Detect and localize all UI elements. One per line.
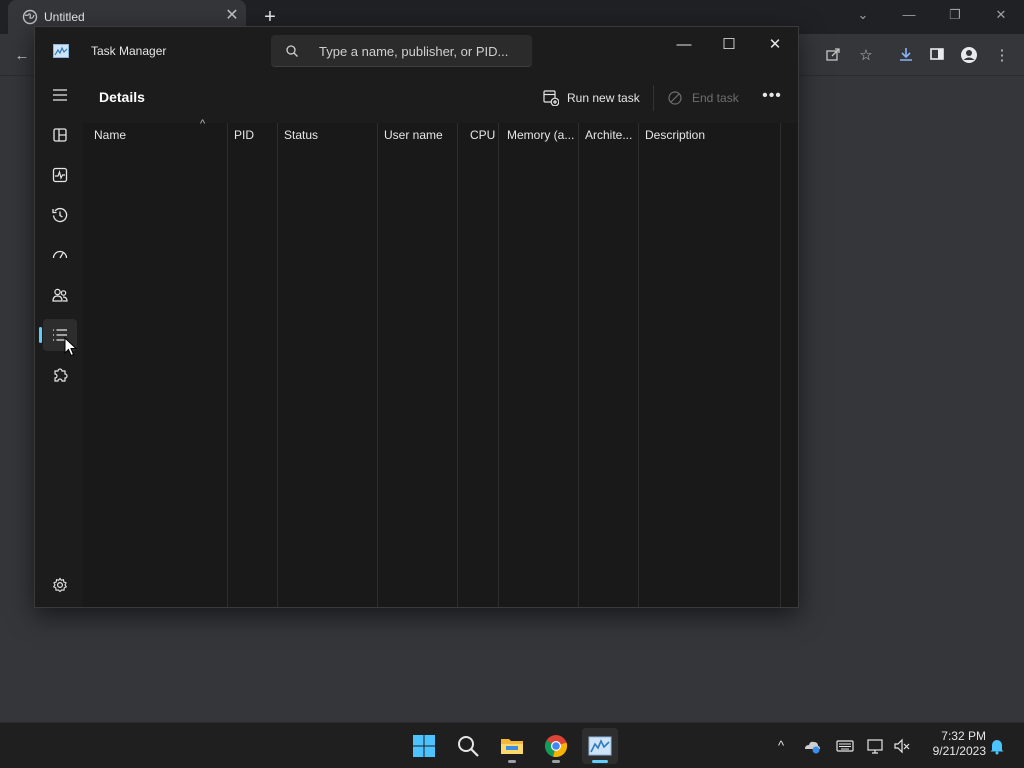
- clock-date: 9/21/2023: [932, 744, 986, 758]
- end-task-label: End task: [692, 91, 739, 105]
- onedrive-icon[interactable]: [803, 737, 821, 755]
- new-tab-button[interactable]: +: [259, 6, 281, 28]
- command-separator: [653, 85, 654, 111]
- active-indicator: [592, 760, 608, 763]
- browser-close-button[interactable]: ✕: [990, 6, 1012, 24]
- start-button[interactable]: [406, 728, 442, 764]
- puzzle-icon: [54, 368, 68, 382]
- column-name[interactable]: Name ^: [83, 118, 228, 607]
- run-new-task-button[interactable]: Run new task: [543, 89, 643, 109]
- running-indicator: [552, 760, 560, 763]
- back-arrow-icon[interactable]: ←: [11, 46, 33, 66]
- chrome-icon: [545, 735, 568, 758]
- file-explorer-button[interactable]: [494, 728, 530, 764]
- block-icon: [668, 91, 682, 105]
- processes-icon: [53, 128, 67, 142]
- browser-tab-title: Untitled: [44, 10, 85, 24]
- nav-settings[interactable]: [43, 569, 77, 601]
- notification-bell-icon[interactable]: [988, 737, 1006, 755]
- speedometer-icon: [52, 250, 68, 259]
- run-new-task-icon: [543, 90, 559, 106]
- users-icon: [52, 288, 68, 302]
- search-icon: [458, 736, 479, 757]
- task-manager-taskbar-button[interactable]: [582, 728, 618, 764]
- menu-icon: [53, 89, 67, 101]
- maximize-button[interactable]: ☐: [714, 35, 744, 55]
- column-description[interactable]: Description: [639, 123, 781, 607]
- column-header-user-name[interactable]: User name: [384, 128, 443, 142]
- column-header-cpu[interactable]: CPU: [470, 128, 495, 142]
- task-manager-window: Task Manager Type a name, publisher, or …: [34, 26, 799, 608]
- minimize-button[interactable]: —: [669, 35, 699, 55]
- globe-icon: [22, 9, 38, 25]
- column-header-name[interactable]: Name: [94, 128, 126, 142]
- page-title: Details: [99, 89, 145, 105]
- command-bar: Details Run new task End task •••: [83, 75, 798, 121]
- nav-services[interactable]: [43, 359, 77, 391]
- title-bar[interactable]: Task Manager Type a name, publisher, or …: [35, 27, 798, 75]
- side-panel-icon[interactable]: [926, 46, 948, 66]
- column-user-name[interactable]: User name: [378, 123, 458, 607]
- run-new-task-label: Run new task: [567, 91, 640, 105]
- download-icon[interactable]: [895, 46, 917, 66]
- volume-muted-icon[interactable]: [893, 737, 911, 755]
- column-memory[interactable]: Memory (a...: [499, 123, 579, 607]
- taskbar: ^ 7:32 PM 9/21/2023: [0, 722, 1024, 768]
- gear-icon: [52, 577, 68, 593]
- mouse-cursor-icon: [64, 337, 78, 357]
- search-input[interactable]: Type a name, publisher, or PID...: [271, 35, 532, 67]
- windows-logo-icon: [413, 735, 435, 757]
- close-tab-icon[interactable]: ✕: [224, 8, 240, 24]
- network-icon[interactable]: [867, 737, 885, 755]
- column-cpu[interactable]: CPU: [458, 123, 499, 607]
- show-hidden-icons-chevron-icon[interactable]: ^: [772, 737, 790, 755]
- column-status[interactable]: Status: [278, 123, 378, 607]
- more-options-icon[interactable]: •••: [760, 87, 784, 107]
- profile-avatar-icon[interactable]: [958, 46, 980, 66]
- nav-performance[interactable]: [43, 159, 77, 191]
- nav-processes[interactable]: [43, 119, 77, 151]
- search-placeholder: Type a name, publisher, or PID...: [319, 44, 509, 59]
- share-icon[interactable]: [822, 46, 844, 66]
- kebab-menu-icon[interactable]: ⋮: [991, 46, 1013, 66]
- browser-minimize-button[interactable]: —: [898, 6, 920, 24]
- nav-app-history[interactable]: [43, 199, 77, 231]
- close-button[interactable]: ✕: [760, 35, 790, 55]
- clock-time: 7:32 PM: [941, 729, 986, 743]
- performance-icon: [52, 167, 68, 183]
- task-manager-icon: [588, 736, 612, 756]
- nav-users[interactable]: [43, 279, 77, 311]
- keyboard-icon[interactable]: [836, 737, 854, 755]
- column-pid[interactable]: PID: [228, 123, 278, 607]
- chevron-down-icon[interactable]: ⌄: [852, 6, 874, 24]
- chrome-button[interactable]: [538, 728, 574, 764]
- column-header-architecture[interactable]: Archite...: [585, 128, 632, 142]
- end-task-button[interactable]: End task: [668, 89, 744, 109]
- system-clock[interactable]: 7:32 PM 9/21/2023: [918, 729, 986, 759]
- search-icon: [286, 45, 298, 57]
- column-architecture[interactable]: Archite...: [579, 123, 639, 607]
- app-title: Task Manager: [91, 44, 167, 58]
- sort-ascending-icon: ^: [200, 118, 206, 130]
- column-header-description[interactable]: Description: [645, 128, 705, 142]
- running-indicator: [508, 760, 516, 763]
- search-button[interactable]: [450, 728, 486, 764]
- browser-restore-button[interactable]: ❐: [944, 6, 966, 24]
- details-table: Name ^ PID Status User name CPU Memory (…: [83, 118, 798, 607]
- column-header-memory[interactable]: Memory (a...: [507, 128, 574, 142]
- history-icon: [52, 207, 68, 223]
- details-page: Details Run new task End task ••• Name ^…: [83, 75, 798, 607]
- nav-startup-apps[interactable]: [43, 239, 77, 271]
- task-manager-app-icon: [53, 44, 69, 58]
- column-header-status[interactable]: Status: [284, 128, 318, 142]
- folder-icon: [501, 739, 523, 754]
- bookmark-star-icon[interactable]: ☆: [855, 46, 877, 66]
- hamburger-menu-button[interactable]: [43, 79, 77, 111]
- column-header-pid[interactable]: PID: [234, 128, 254, 142]
